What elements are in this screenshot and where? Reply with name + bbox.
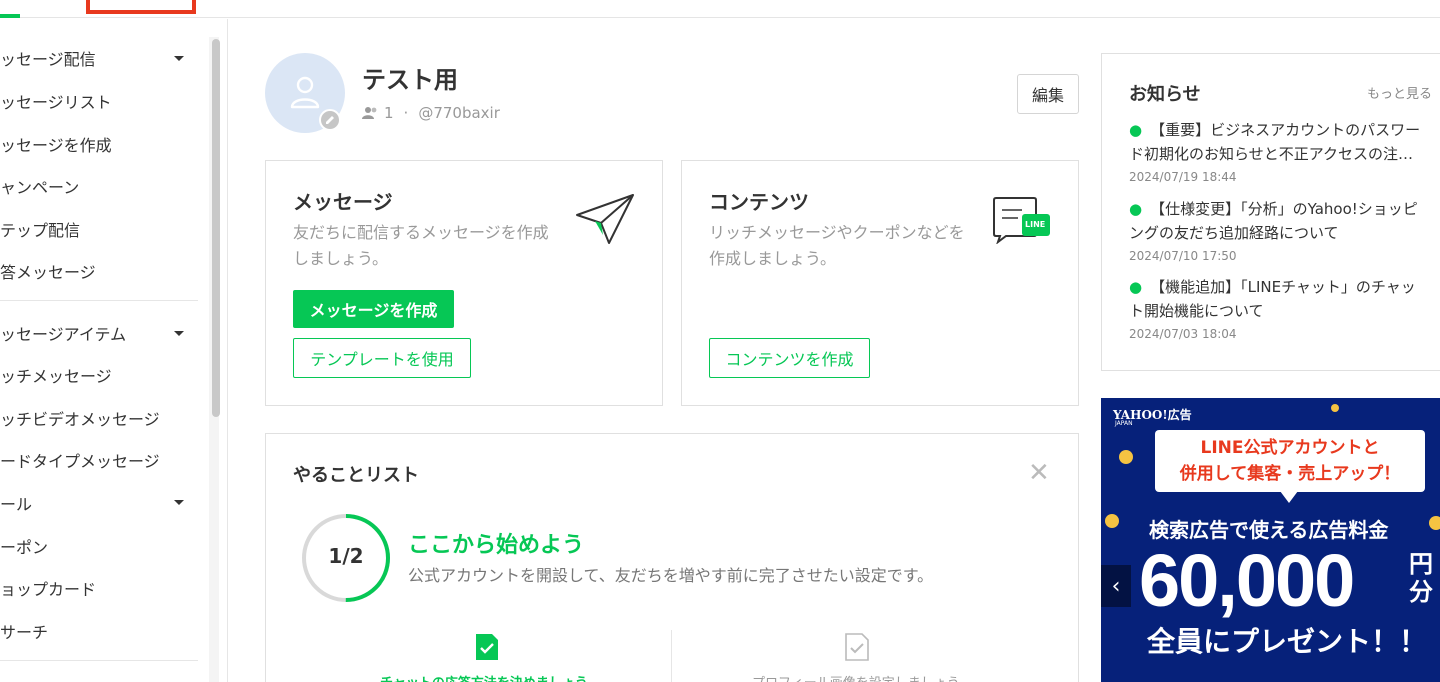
- carousel-prev-button[interactable]: ‹: [1101, 565, 1131, 607]
- content-card-title: コンテンツ: [709, 190, 809, 214]
- news-item-text: ド初期化のお知らせと不正アクセスの注…: [1129, 145, 1413, 163]
- friends-icon: [362, 107, 377, 119]
- top-nav-bar: [0, 0, 1440, 18]
- sidebar-divider: [0, 300, 198, 301]
- chat-bubble-icon: LINE: [992, 196, 1052, 244]
- ad-bubble-tail: [1280, 491, 1298, 503]
- progress-label: 1/2: [328, 544, 364, 568]
- coin-decoration: [1105, 514, 1119, 528]
- paper-plane-icon: [576, 194, 634, 244]
- sidebar-scrollbar-thumb[interactable]: [212, 39, 220, 417]
- news-date: 2024/07/19 18:44: [1129, 170, 1237, 184]
- news-item-continued[interactable]: ト開始機能について: [1129, 299, 1440, 323]
- use-template-button[interactable]: テンプレートを使用: [293, 338, 471, 378]
- yahoo-ad-logo-sub: JAPAN: [1115, 420, 1133, 427]
- highlight-annotation: [86, 0, 196, 14]
- news-item-text: 【機能追加】「LINEチャット」のチャッ: [1150, 278, 1416, 296]
- news-item[interactable]: ● 【機能追加】「LINEチャット」のチャッ: [1129, 275, 1440, 299]
- sidebar-item-message-list[interactable]: ッセージリスト: [0, 89, 112, 113]
- active-tab-indicator: [0, 14, 20, 18]
- sidebar-item-create-message[interactable]: ッセージを作成: [0, 132, 112, 156]
- pencil-icon[interactable]: [319, 109, 341, 131]
- coin-decoration: [1429, 516, 1440, 530]
- chevron-down-icon[interactable]: [174, 331, 184, 336]
- sidebar-item-campaign[interactable]: ャンペーン: [0, 174, 79, 198]
- create-content-button[interactable]: コンテンツを作成: [709, 338, 870, 378]
- ad-speech-bubble: LINE公式アカウントと 併用して集客・売上アップ！: [1155, 430, 1425, 492]
- todo-step-chat-response[interactable]: チャットの応答方法を決めましょう: [380, 672, 588, 682]
- todo-heading: ここから始めよう: [408, 533, 585, 558]
- todo-step-profile-image[interactable]: プロフィール画像を設定しましょう: [752, 672, 960, 682]
- ad-unit-yen: 円: [1409, 550, 1433, 578]
- line-badge-text: LINE: [1025, 220, 1046, 229]
- account-meta: 1 · @770baxir: [362, 104, 500, 122]
- news-more-link[interactable]: もっと見る: [1367, 83, 1432, 102]
- content-card-desc-1: リッチメッセージやクーポンなどを: [709, 223, 965, 242]
- todo-divider: [671, 630, 672, 682]
- create-message-button[interactable]: メッセージを作成: [293, 290, 454, 328]
- message-card-title: メッセージ: [293, 190, 393, 214]
- close-icon[interactable]: ✕: [1028, 460, 1050, 486]
- ad-amount: 60,000: [1139, 539, 1355, 622]
- sidebar-item-rich-video-message[interactable]: ッチビデオメッセージ: [0, 406, 160, 430]
- bullet-icon: ●: [1129, 200, 1143, 218]
- news-item-text: ト開始機能について: [1129, 302, 1264, 320]
- news-item-text: 【仕様変更】「分析」のYahoo!ショッピ: [1150, 200, 1418, 218]
- bullet-icon: ●: [1129, 278, 1143, 296]
- sidebar-item-card-type-message[interactable]: ードタイプメッセージ: [0, 448, 160, 472]
- account-name: テスト用: [362, 66, 458, 94]
- bullet-icon: ●: [1129, 121, 1143, 139]
- chevron-down-icon[interactable]: [174, 500, 184, 505]
- ad-unit-fun: 分: [1409, 578, 1433, 606]
- sidebar: ッセージ配信 ッセージリスト ッセージを作成 ャンペーン テップ配信 答メッセー…: [0, 19, 228, 682]
- user-icon: [290, 76, 320, 109]
- account-id: @770baxir: [418, 104, 500, 122]
- message-card-desc-2: しましょう。: [293, 249, 389, 268]
- ad-bubble-line-1: LINE公式アカウントと: [1200, 438, 1380, 458]
- sidebar-item-coupon[interactable]: ーポン: [0, 534, 48, 558]
- coin-decoration: [1331, 404, 1339, 412]
- ad-bubble-line-2: 併用して集客・売上アップ！: [1179, 464, 1401, 484]
- ad-cta: 全員にプレゼント！！: [1147, 625, 1428, 658]
- sidebar-item-rich-message[interactable]: ッチメッセージ: [0, 363, 112, 387]
- news-item-text: 【重要】ビジネスアカウントのパスワー: [1150, 121, 1421, 139]
- sidebar-item-shop-card[interactable]: ョップカード: [0, 576, 96, 600]
- ad-banner[interactable]: YAHOO!広告 JAPAN LINE公式アカウントと 併用して集客・売上アップ…: [1101, 398, 1440, 682]
- news-item-continued[interactable]: ド初期化のお知らせと不正アクセスの注…: [1129, 142, 1440, 166]
- sidebar-item-auto-reply[interactable]: 答メッセージ: [0, 259, 96, 283]
- news-date: 2024/07/03 18:04: [1129, 327, 1237, 341]
- meta-separator: ·: [403, 104, 409, 122]
- todo-title: やることリスト: [293, 465, 419, 486]
- news-item-text: ングの友だち追加経路について: [1129, 224, 1339, 242]
- coin-decoration: [1119, 450, 1133, 464]
- news-date: 2024/07/10 17:50: [1129, 249, 1237, 263]
- news-title: お知らせ: [1129, 84, 1201, 105]
- news-item[interactable]: ● 【仕様変更】「分析」のYahoo!ショッピ: [1129, 197, 1440, 221]
- checked-document-icon: [476, 634, 498, 660]
- document-icon: [845, 633, 869, 661]
- todo-subtitle: 公式アカウントを開設して、友だちを増やす前に完了させたい設定です。: [408, 566, 934, 585]
- sidebar-group-tools[interactable]: ール: [0, 491, 32, 515]
- chevron-down-icon[interactable]: [174, 56, 184, 61]
- follower-count: 1: [384, 104, 394, 122]
- sidebar-group-message-items[interactable]: ッセージアイテム: [0, 321, 126, 345]
- sidebar-divider: [0, 660, 198, 661]
- sidebar-item-research[interactable]: サーチ: [0, 619, 48, 643]
- sidebar-item-step-delivery[interactable]: テップ配信: [0, 217, 80, 241]
- news-item[interactable]: ● 【重要】ビジネスアカウントのパスワー: [1129, 118, 1440, 142]
- sidebar-group-message-delivery[interactable]: ッセージ配信: [0, 46, 96, 70]
- ad-unit: 円 分: [1409, 550, 1433, 606]
- message-card-desc-1: 友だちに配信するメッセージを作成: [293, 223, 549, 242]
- news-item-continued[interactable]: ングの友だち追加経路について: [1129, 221, 1440, 245]
- content-card-desc-2: 作成しましょう。: [709, 249, 837, 268]
- edit-button[interactable]: 編集: [1017, 74, 1079, 114]
